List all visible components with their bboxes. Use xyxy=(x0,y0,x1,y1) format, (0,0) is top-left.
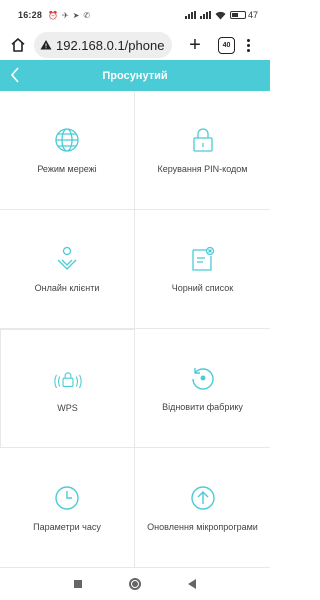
cell-signal-2-icon xyxy=(199,11,211,19)
grid-item-label: Режим мережі xyxy=(37,164,97,174)
viber-icon: ✆ xyxy=(83,10,91,20)
grid-item-blacklist[interactable]: Чорний список xyxy=(135,210,270,329)
home-nav-button[interactable] xyxy=(128,578,141,590)
recent-apps-button[interactable] xyxy=(73,580,82,588)
clients-icon xyxy=(53,245,81,273)
wifi-icon xyxy=(215,11,226,19)
app-header: Просунутий xyxy=(0,60,270,91)
signal-arrow-icon: ✈ xyxy=(62,10,69,20)
lock-icon xyxy=(189,126,217,154)
url-text: 192.168.0.1/phone xyxy=(56,37,165,53)
battery-percent: 47 xyxy=(247,10,258,20)
feature-grid: Режим мережі Керування PIN-кодом Онлайн … xyxy=(0,91,270,568)
tab-switcher-button[interactable]: 40 xyxy=(218,36,235,54)
status-time: 16:28 xyxy=(18,10,43,20)
wps-icon xyxy=(53,365,82,393)
back-nav-button[interactable] xyxy=(188,579,197,589)
grid-item-label: Оновлення мікропрограми xyxy=(147,521,258,532)
grid-item-time-settings[interactable]: Параметри часу xyxy=(0,448,135,568)
page-title: Просунутий xyxy=(102,69,168,82)
browser-toolbar: 192.168.0.1/phone + 40 xyxy=(0,30,270,60)
blacklist-icon xyxy=(189,245,217,273)
grid-item-factory-reset[interactable]: Відновити фабрику xyxy=(135,329,270,448)
telegram-icon: ➤ xyxy=(72,10,80,20)
back-button[interactable] xyxy=(4,64,26,86)
grid-item-network-mode[interactable]: Режим мережі xyxy=(0,91,135,210)
chevron-left-icon xyxy=(10,67,19,83)
battery-indicator: 47 xyxy=(229,10,258,20)
upgrade-icon xyxy=(189,484,217,512)
grid-item-wps[interactable]: WPS xyxy=(0,329,135,448)
new-tab-button[interactable]: + xyxy=(186,35,204,55)
status-bar: 16:28 ⏰ ✈ ➤ ✆ 47 xyxy=(0,0,270,30)
grid-item-label: Онлайн клієнти xyxy=(34,283,100,293)
home-icon xyxy=(11,38,25,52)
grid-item-label: Чорний список xyxy=(171,283,234,293)
globe-icon xyxy=(53,126,81,154)
cell-signal-icon xyxy=(184,11,196,19)
address-bar[interactable]: 192.168.0.1/phone xyxy=(34,32,172,58)
alarm-icon: ⏰ xyxy=(48,10,58,20)
grid-item-label: Параметри часу xyxy=(33,521,101,532)
warning-icon xyxy=(40,40,52,50)
restore-icon xyxy=(189,364,217,392)
status-notification-icons: ⏰ ✈ ➤ ✆ xyxy=(48,11,90,20)
clock-icon xyxy=(53,484,81,512)
grid-item-label: WPS xyxy=(57,402,78,413)
home-button[interactable] xyxy=(8,35,28,55)
grid-item-online-clients[interactable]: Онлайн клієнти xyxy=(0,210,135,329)
system-navigation-bar xyxy=(0,568,270,600)
grid-item-pin-management[interactable]: Керування PIN-кодом xyxy=(135,91,270,210)
grid-item-label: Відновити фабрику xyxy=(162,402,243,412)
grid-item-label: Керування PIN-кодом xyxy=(157,164,248,174)
browser-menu-button[interactable] xyxy=(247,38,250,52)
grid-item-firmware-upgrade[interactable]: Оновлення мікропрограми xyxy=(135,448,270,568)
battery-icon xyxy=(229,11,246,19)
